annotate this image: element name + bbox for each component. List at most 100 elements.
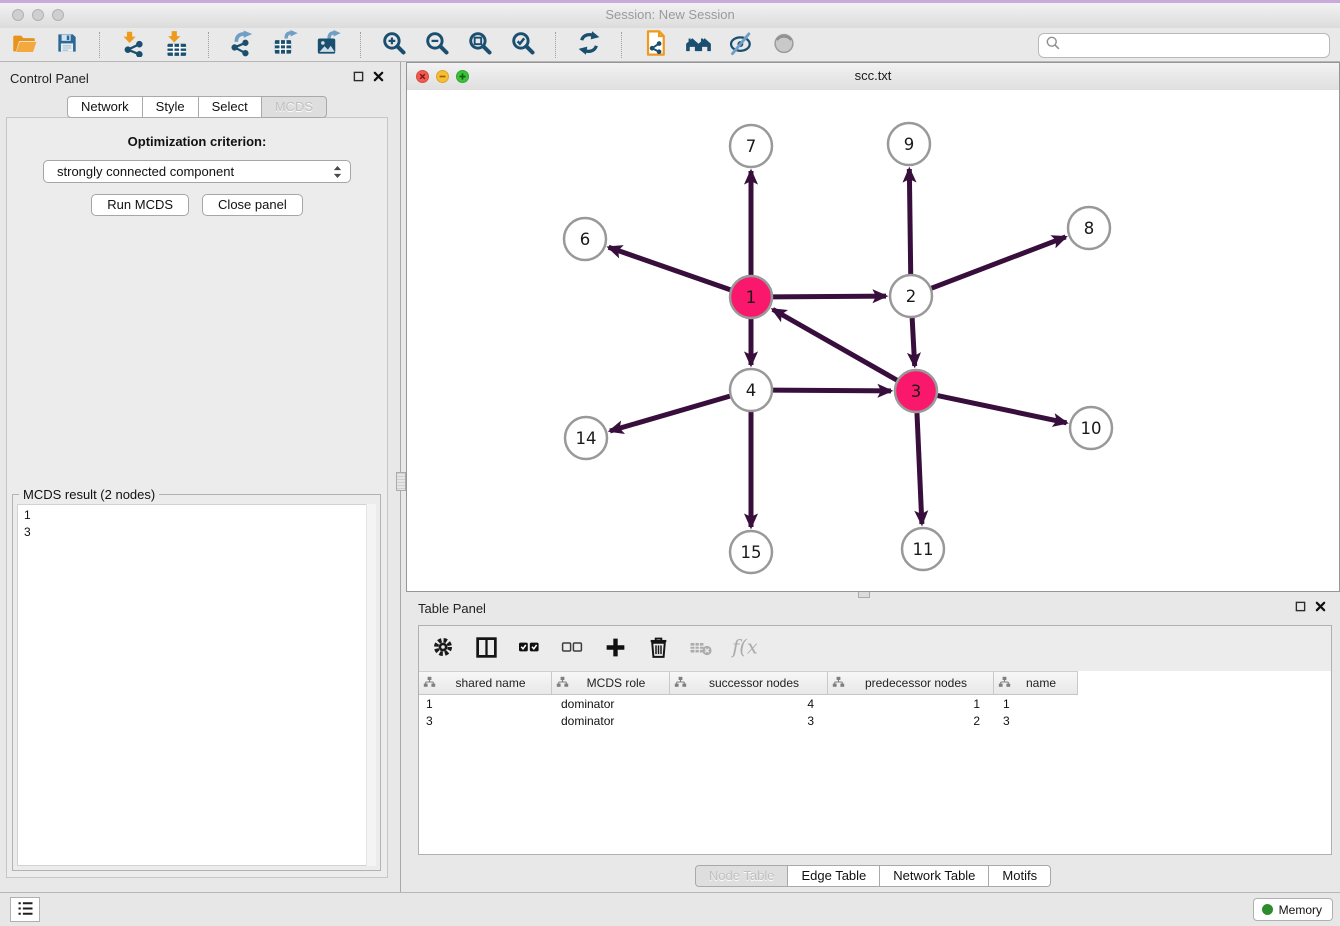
edge-1-6[interactable]	[609, 247, 731, 289]
memory-button[interactable]: Memory	[1253, 898, 1333, 921]
mcds-panel: Optimization criterion: strongly connect…	[6, 117, 388, 878]
zoom-out-button[interactable]	[421, 30, 453, 60]
toolbar-separator	[208, 32, 210, 58]
tree-icon	[998, 676, 1011, 691]
close-panel-button[interactable]: Close panel	[202, 194, 303, 216]
save-button[interactable]	[51, 30, 83, 60]
table-cell[interactable]: 3	[994, 714, 1078, 728]
vertical-splitter[interactable]	[394, 62, 406, 893]
export-table-button[interactable]	[269, 30, 301, 60]
new-network-from-selection-icon	[641, 29, 669, 60]
edge-1-2[interactable]	[773, 296, 886, 297]
tab-mcds[interactable]: MCDS	[262, 96, 327, 118]
float-panel-icon[interactable]	[353, 71, 364, 82]
table-row[interactable]: 3dominator323	[419, 713, 1331, 729]
task-history-button[interactable]	[10, 897, 40, 922]
new-network-from-selection-button[interactable]	[639, 30, 671, 60]
graph-node-8[interactable]: 8	[1068, 207, 1110, 249]
tab-edge-table[interactable]: Edge Table	[788, 865, 880, 887]
tab-style[interactable]: Style	[143, 96, 199, 118]
criterion-select[interactable]: strongly connected component	[43, 160, 351, 183]
edge-2-9[interactable]	[909, 169, 910, 274]
graph-node-6[interactable]: 6	[564, 218, 606, 260]
add-column-button[interactable]	[601, 635, 629, 663]
edge-3-10[interactable]	[938, 396, 1067, 423]
graph-node-10[interactable]: 10	[1070, 407, 1112, 449]
network-canvas[interactable]: 7 9 6 8 1 2 4 3 14 10 15 11	[407, 90, 1339, 591]
edge-3-1[interactable]	[773, 309, 897, 380]
tree-icon	[674, 676, 687, 691]
column-header-successor-nodes[interactable]: successor nodes	[670, 672, 828, 694]
zoom-in-button[interactable]	[378, 30, 410, 60]
search-input[interactable]	[1065, 37, 1323, 54]
graph-node-3[interactable]: 3	[895, 370, 937, 412]
mcds-result-text[interactable]: 1 3	[17, 504, 376, 866]
zoom-selected-button[interactable]	[507, 30, 539, 60]
table-cell[interactable]: dominator	[552, 697, 670, 711]
select-all-button[interactable]	[515, 635, 543, 663]
tree-icon	[423, 676, 436, 691]
table-cell[interactable]: 4	[670, 697, 828, 711]
graph-node-2[interactable]: 2	[890, 275, 932, 317]
tab-motifs[interactable]: Motifs	[989, 865, 1051, 887]
table-cell[interactable]: dominator	[552, 714, 670, 728]
column-header-shared-name[interactable]: shared name	[419, 672, 552, 694]
run-mcds-button[interactable]: Run MCDS	[91, 194, 189, 216]
table-cell[interactable]: 3	[670, 714, 828, 728]
deselect-all-button[interactable]	[558, 635, 586, 663]
edge-4-14[interactable]	[610, 396, 730, 431]
tab-select[interactable]: Select	[199, 96, 262, 118]
import-network-button[interactable]	[117, 30, 149, 60]
hide-details-icon	[728, 30, 755, 60]
edge-4-3[interactable]	[773, 390, 891, 391]
optimization-criterion-label: Optimization criterion:	[7, 134, 387, 149]
search-field[interactable]	[1038, 33, 1330, 58]
result-scrollbar[interactable]	[366, 504, 376, 866]
graph-node-4[interactable]: 4	[730, 369, 772, 411]
horizontal-splitter-grip[interactable]	[858, 591, 870, 598]
table-cell[interactable]: 1	[419, 697, 552, 711]
import-table-button[interactable]	[160, 30, 192, 60]
refresh-icon	[576, 30, 602, 59]
zoom-fit-button[interactable]	[464, 30, 496, 60]
hide-details-button[interactable]	[725, 30, 757, 60]
graph-node-11[interactable]: 11	[902, 528, 944, 570]
window-title: Session: New Session	[0, 7, 1340, 22]
node-label: 14	[576, 429, 597, 448]
close-panel-icon[interactable]	[1315, 601, 1326, 612]
network-window-titlebar[interactable]: scc.txt	[407, 63, 1339, 91]
export-image-button[interactable]	[312, 30, 344, 60]
tab-network-table[interactable]: Network Table	[880, 865, 989, 887]
table-row[interactable]: 1dominator411	[419, 696, 1331, 712]
column-header-MCDS-role[interactable]: MCDS role	[552, 672, 670, 694]
zoom-selected-icon	[510, 30, 537, 60]
table-cell[interactable]: 2	[828, 714, 994, 728]
close-panel-icon[interactable]	[373, 71, 384, 82]
graph-node-9[interactable]: 9	[888, 123, 930, 165]
open-folder-button[interactable]	[8, 30, 40, 60]
edge-2-8[interactable]	[932, 237, 1066, 288]
tab-network[interactable]: Network	[67, 96, 143, 118]
tab-node-table[interactable]: Node Table	[695, 865, 789, 887]
float-panel-icon[interactable]	[1295, 601, 1306, 612]
first-neighbors-button[interactable]	[682, 30, 714, 60]
columns-button[interactable]	[472, 635, 500, 663]
splitter-grip[interactable]	[396, 472, 406, 491]
graph-node-7[interactable]: 7	[730, 125, 772, 167]
edge-3-11[interactable]	[917, 413, 922, 524]
table-cell[interactable]: 3	[419, 714, 552, 728]
table-cell[interactable]: 1	[994, 697, 1078, 711]
gear-button[interactable]	[429, 635, 457, 663]
graph-node-14[interactable]: 14	[565, 417, 607, 459]
column-header-name[interactable]: name	[994, 672, 1078, 694]
edge-2-3[interactable]	[912, 318, 915, 366]
refresh-button[interactable]	[573, 30, 605, 60]
table-cell[interactable]: 1	[828, 697, 994, 711]
graph-node-15[interactable]: 15	[730, 531, 772, 573]
export-network-button[interactable]	[226, 30, 258, 60]
column-header-predecessor-nodes[interactable]: predecessor nodes	[828, 672, 994, 694]
delete-column-button[interactable]	[644, 635, 672, 663]
show-details-button[interactable]	[768, 30, 800, 60]
delete-table-button	[687, 635, 715, 663]
graph-node-1[interactable]: 1	[730, 276, 772, 318]
